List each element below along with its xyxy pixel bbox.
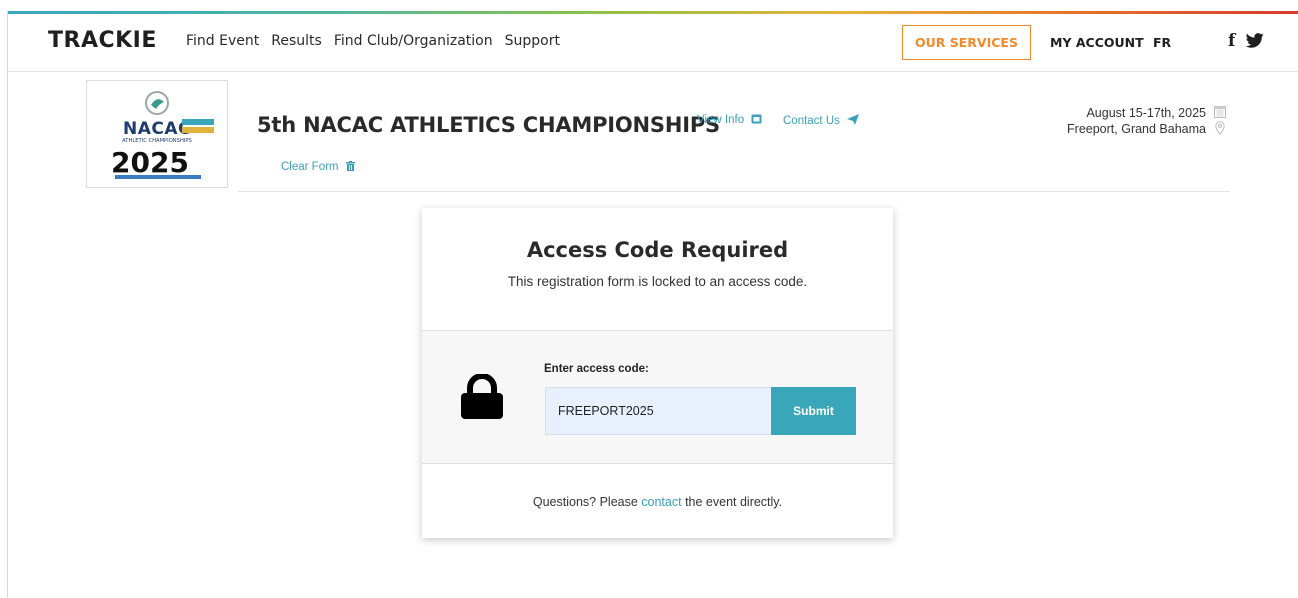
language-toggle[interactable]: FR: [1153, 35, 1171, 50]
nav-link-support[interactable]: Support: [505, 33, 560, 49]
left-border: [7, 11, 8, 598]
event-title: 5th NACAC ATHLETICS CHAMPIONSHIPS: [257, 113, 720, 137]
logo-year: 2025: [111, 146, 189, 179]
access-code-card: Access Code Required This registration f…: [422, 208, 893, 538]
view-info-link[interactable]: View Info: [697, 114, 762, 126]
event-logo: NACAC ATHLETIC CHAMPIONSHIPS 2025: [86, 80, 228, 188]
nav-link-results[interactable]: Results: [271, 33, 322, 49]
nacac-logo-graphic: NACAC ATHLETIC CHAMPIONSHIPS 2025: [111, 91, 214, 179]
nav-link-find-event[interactable]: Find Event: [186, 33, 259, 49]
card-footer: Questions? Please contact the event dire…: [422, 464, 893, 509]
access-code-form: Enter access code: Submit: [422, 331, 893, 464]
contact-link[interactable]: contact: [641, 495, 681, 509]
view-info-label: View Info: [697, 114, 745, 126]
logo-word: NACAC: [123, 119, 191, 139]
clear-form-label: Clear Form: [281, 161, 339, 173]
card-header: Access Code Required This registration f…: [422, 208, 893, 331]
trash-icon: [345, 161, 355, 171]
paper-plane-icon: [847, 114, 860, 125]
contact-us-link[interactable]: Contact Us: [783, 114, 860, 127]
calendar-icon: [1214, 106, 1226, 118]
lock-icon: [461, 374, 503, 419]
our-services-button[interactable]: OUR SERVICES: [902, 25, 1031, 60]
header-divider: [238, 191, 1230, 192]
event-location: Freeport, Grand Bahama: [1067, 122, 1206, 136]
event-date: August 15-17th, 2025: [1086, 106, 1206, 120]
footer-text-before: Questions? Please: [532, 495, 642, 509]
event-date-location: August 15-17th, 2025 Freeport, Grand Bah…: [1067, 105, 1206, 137]
top-nav: TRACKIE Find Event Results Find Club/Org…: [8, 14, 1298, 72]
access-code-label: Enter access code:: [544, 363, 649, 375]
access-code-input[interactable]: [545, 387, 771, 435]
trackie-logo[interactable]: TRACKIE: [48, 28, 157, 53]
logo-subtitle: ATHLETIC CHAMPIONSHIPS: [122, 138, 192, 144]
submit-button[interactable]: Submit: [771, 387, 856, 435]
my-account-link[interactable]: MY ACCOUNT: [1050, 35, 1144, 50]
card-subtitle: This registration form is locked to an a…: [507, 274, 808, 289]
nav-link-find-club[interactable]: Find Club/Organization: [334, 33, 493, 49]
clear-form-link[interactable]: Clear Form: [281, 161, 355, 173]
nav-links: Find Event Results Find Club/Organizatio…: [186, 33, 560, 49]
info-window-icon: [751, 114, 762, 124]
footer-text-after: the event directly.: [681, 495, 783, 509]
map-pin-icon: [1215, 121, 1225, 135]
facebook-icon[interactable]: f: [1228, 31, 1235, 51]
card-title: Access Code Required: [526, 238, 789, 262]
contact-us-label: Contact Us: [783, 115, 840, 127]
twitter-icon[interactable]: [1246, 33, 1264, 48]
